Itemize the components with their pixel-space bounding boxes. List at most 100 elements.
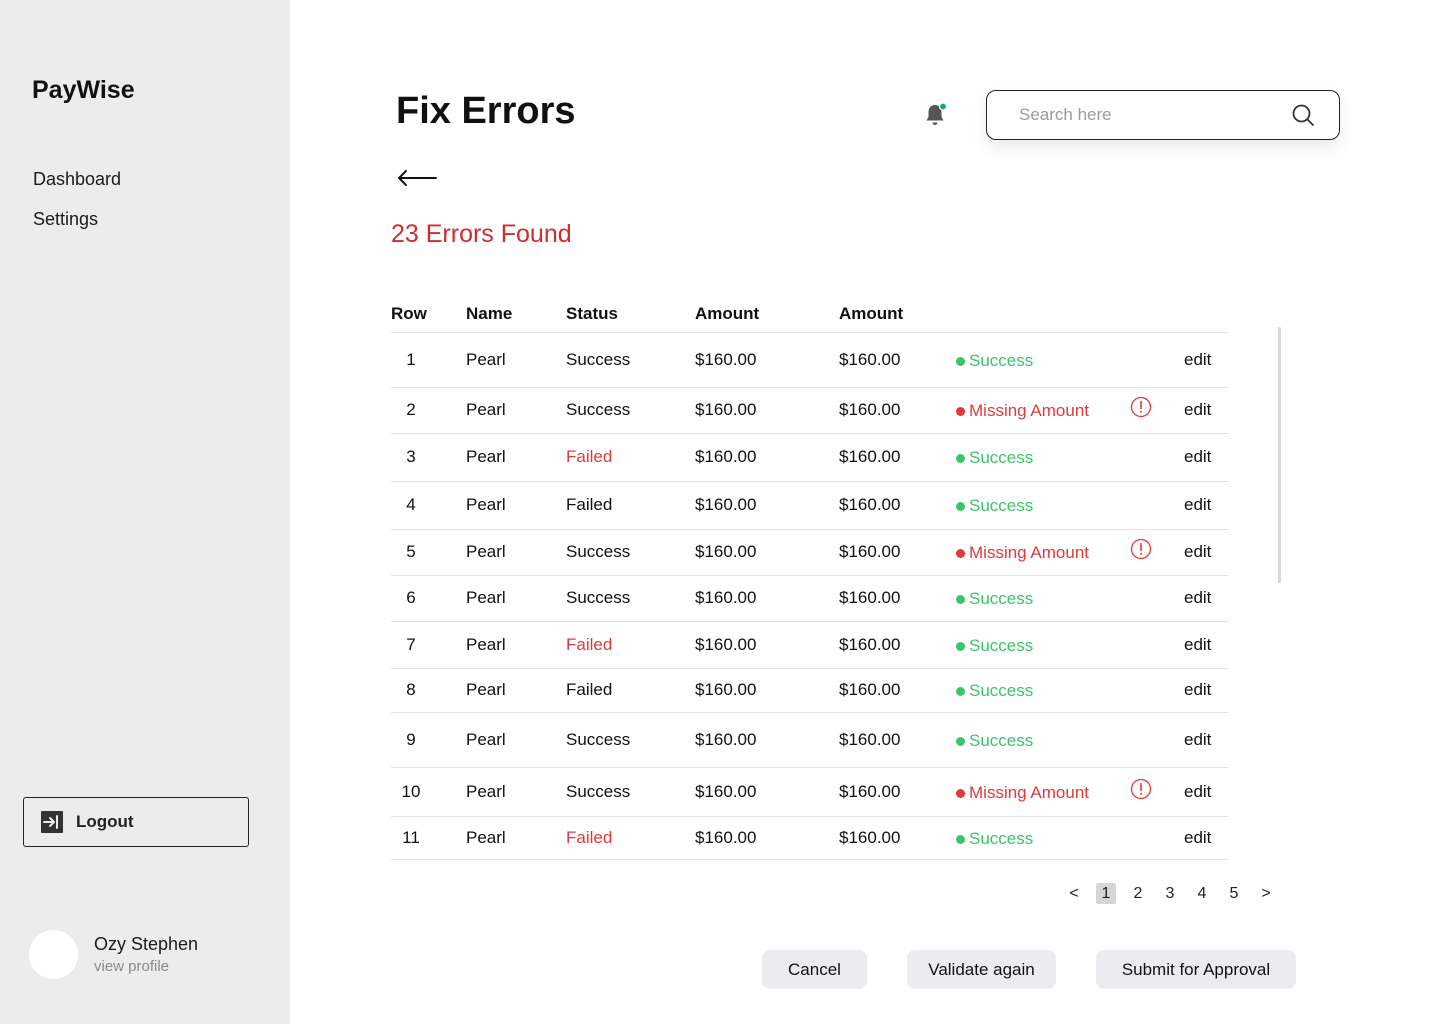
table-row: 1 Pearl Success $160.00 $160.00 Success edit (391, 333, 1228, 388)
validation-status-label: Success (969, 448, 1034, 467)
pagination: < 1 2 3 4 5 > (1064, 883, 1288, 904)
validation-status-label: Success (969, 731, 1034, 750)
submit-for-approval-button[interactable]: Submit for Approval (1096, 950, 1296, 989)
pagination-next-button[interactable]: > (1256, 883, 1276, 904)
row-name: Pearl (466, 542, 506, 561)
edit-link[interactable]: edit (1184, 495, 1211, 515)
table-row: 2 Pearl Success $160.00 $160.00 Missing Amoun… (391, 388, 1228, 434)
row-amount-2: $160.00 (839, 495, 901, 514)
edit-link[interactable]: edit (1184, 400, 1211, 420)
row-status: Success (566, 588, 631, 607)
table-scrollbar[interactable] (1278, 327, 1281, 583)
pagination-page-3[interactable]: 3 (1160, 883, 1180, 904)
row-number: 3 (406, 447, 416, 466)
back-arrow-icon[interactable] (396, 166, 438, 190)
view-profile-link[interactable]: view profile (94, 958, 198, 975)
edit-link[interactable]: edit (1184, 588, 1211, 608)
success-dot-icon (956, 834, 965, 844)
validation-status-label: Success (969, 681, 1034, 700)
success-dot-icon (956, 736, 965, 746)
row-number: 10 (401, 782, 421, 801)
edit-link[interactable]: edit (1184, 782, 1211, 802)
row-amount-2: $160.00 (839, 730, 901, 749)
success-dot-icon (956, 356, 965, 366)
warning-icon[interactable] (1130, 538, 1152, 560)
row-number: 8 (406, 680, 416, 699)
user-profile[interactable]: Ozy Stephen view profile (29, 930, 198, 979)
validation-status: Missing Amount (956, 543, 1089, 563)
row-amount-2: $160.00 (839, 680, 901, 699)
sidebar-item-settings[interactable]: Settings (33, 206, 121, 246)
avatar[interactable] (29, 930, 78, 979)
success-dot-icon (956, 686, 965, 696)
row-amount-2: $160.00 (839, 635, 901, 654)
warning-icon[interactable] (1130, 396, 1152, 418)
edit-link[interactable]: edit (1184, 542, 1211, 562)
row-amount-2: $160.00 (839, 542, 901, 561)
edit-link[interactable]: edit (1184, 680, 1211, 700)
row-status: Success (566, 400, 631, 419)
notification-bell-icon[interactable] (922, 102, 948, 128)
validate-again-button[interactable]: Validate again (907, 950, 1056, 989)
table-row: 9 Pearl Success $160.00 $160.00 Success edit (391, 713, 1228, 768)
sidebar: PayWise Dashboard Settings Logout Ozy St… (0, 0, 290, 1024)
row-status: Success (566, 730, 631, 749)
brand-logo-text: PayWise (32, 76, 135, 104)
edit-link[interactable]: edit (1184, 828, 1211, 848)
sidebar-nav: Dashboard Settings (33, 166, 121, 246)
pagination-page-2[interactable]: 2 (1128, 883, 1148, 904)
row-status: Success (566, 542, 631, 561)
table-row: 10 Pearl Success $160.00 $160.00 Missing Amou… (391, 768, 1228, 817)
validation-status-label: Success (969, 351, 1034, 370)
table-header: Row Name Status Amount Amount (391, 296, 1228, 333)
pagination-page-5[interactable]: 5 (1224, 883, 1244, 904)
row-status: Failed (566, 680, 613, 699)
success-dot-icon (956, 594, 965, 604)
row-number: 4 (406, 495, 416, 514)
cancel-button[interactable]: Cancel (762, 950, 867, 989)
pagination-page-1[interactable]: 1 (1096, 883, 1116, 904)
pagination-prev-button[interactable]: < (1064, 883, 1084, 904)
column-header-name: Name (466, 304, 513, 323)
edit-link[interactable]: edit (1184, 730, 1211, 750)
edit-link[interactable]: edit (1184, 350, 1211, 370)
success-dot-icon (956, 641, 965, 651)
validation-status: Success (956, 589, 1033, 609)
validation-status: Success (956, 636, 1033, 656)
table-row: 6 Pearl Success $160.00 $160.00 Success edit (391, 576, 1228, 622)
row-name: Pearl (466, 680, 506, 699)
success-dot-icon (956, 501, 965, 511)
validation-status-label: Success (969, 496, 1034, 515)
row-amount-2: $160.00 (839, 828, 901, 847)
table-row: 11 Pearl Failed $160.00 $160.00 Success edit (391, 817, 1228, 860)
row-name: Pearl (466, 350, 506, 369)
row-name: Pearl (466, 588, 506, 607)
row-amount: $160.00 (695, 828, 757, 847)
validation-status: Success (956, 681, 1033, 701)
sidebar-item-dashboard[interactable]: Dashboard (33, 166, 121, 206)
edit-link[interactable]: edit (1184, 447, 1211, 467)
column-header-status: Status (566, 304, 618, 323)
row-name: Pearl (466, 495, 506, 514)
edit-link[interactable]: edit (1184, 635, 1211, 655)
row-name: Pearl (466, 447, 506, 466)
validation-status-label: Missing Amount (969, 783, 1089, 802)
row-number: 9 (406, 730, 416, 749)
search-icon[interactable] (1291, 103, 1315, 127)
row-number: 5 (406, 542, 416, 561)
errors-table: Row Name Status Amount Amount 1 Pearl Succ… (391, 296, 1228, 860)
page-title: Fix Errors (396, 90, 576, 132)
row-amount-2: $160.00 (839, 350, 901, 369)
errors-found-count: 23 Errors Found (391, 220, 572, 248)
validation-status: Missing Amount (956, 783, 1089, 803)
warning-icon[interactable] (1130, 778, 1152, 800)
row-status: Failed (566, 635, 613, 654)
logout-button[interactable]: Logout (23, 797, 249, 847)
row-status: Success (566, 350, 631, 369)
row-number: 11 (402, 828, 420, 847)
row-amount-2: $160.00 (839, 447, 901, 466)
profile-name: Ozy Stephen (94, 934, 199, 954)
row-status: Failed (566, 495, 613, 514)
search-input[interactable] (1019, 105, 1291, 125)
pagination-page-4[interactable]: 4 (1192, 883, 1212, 904)
